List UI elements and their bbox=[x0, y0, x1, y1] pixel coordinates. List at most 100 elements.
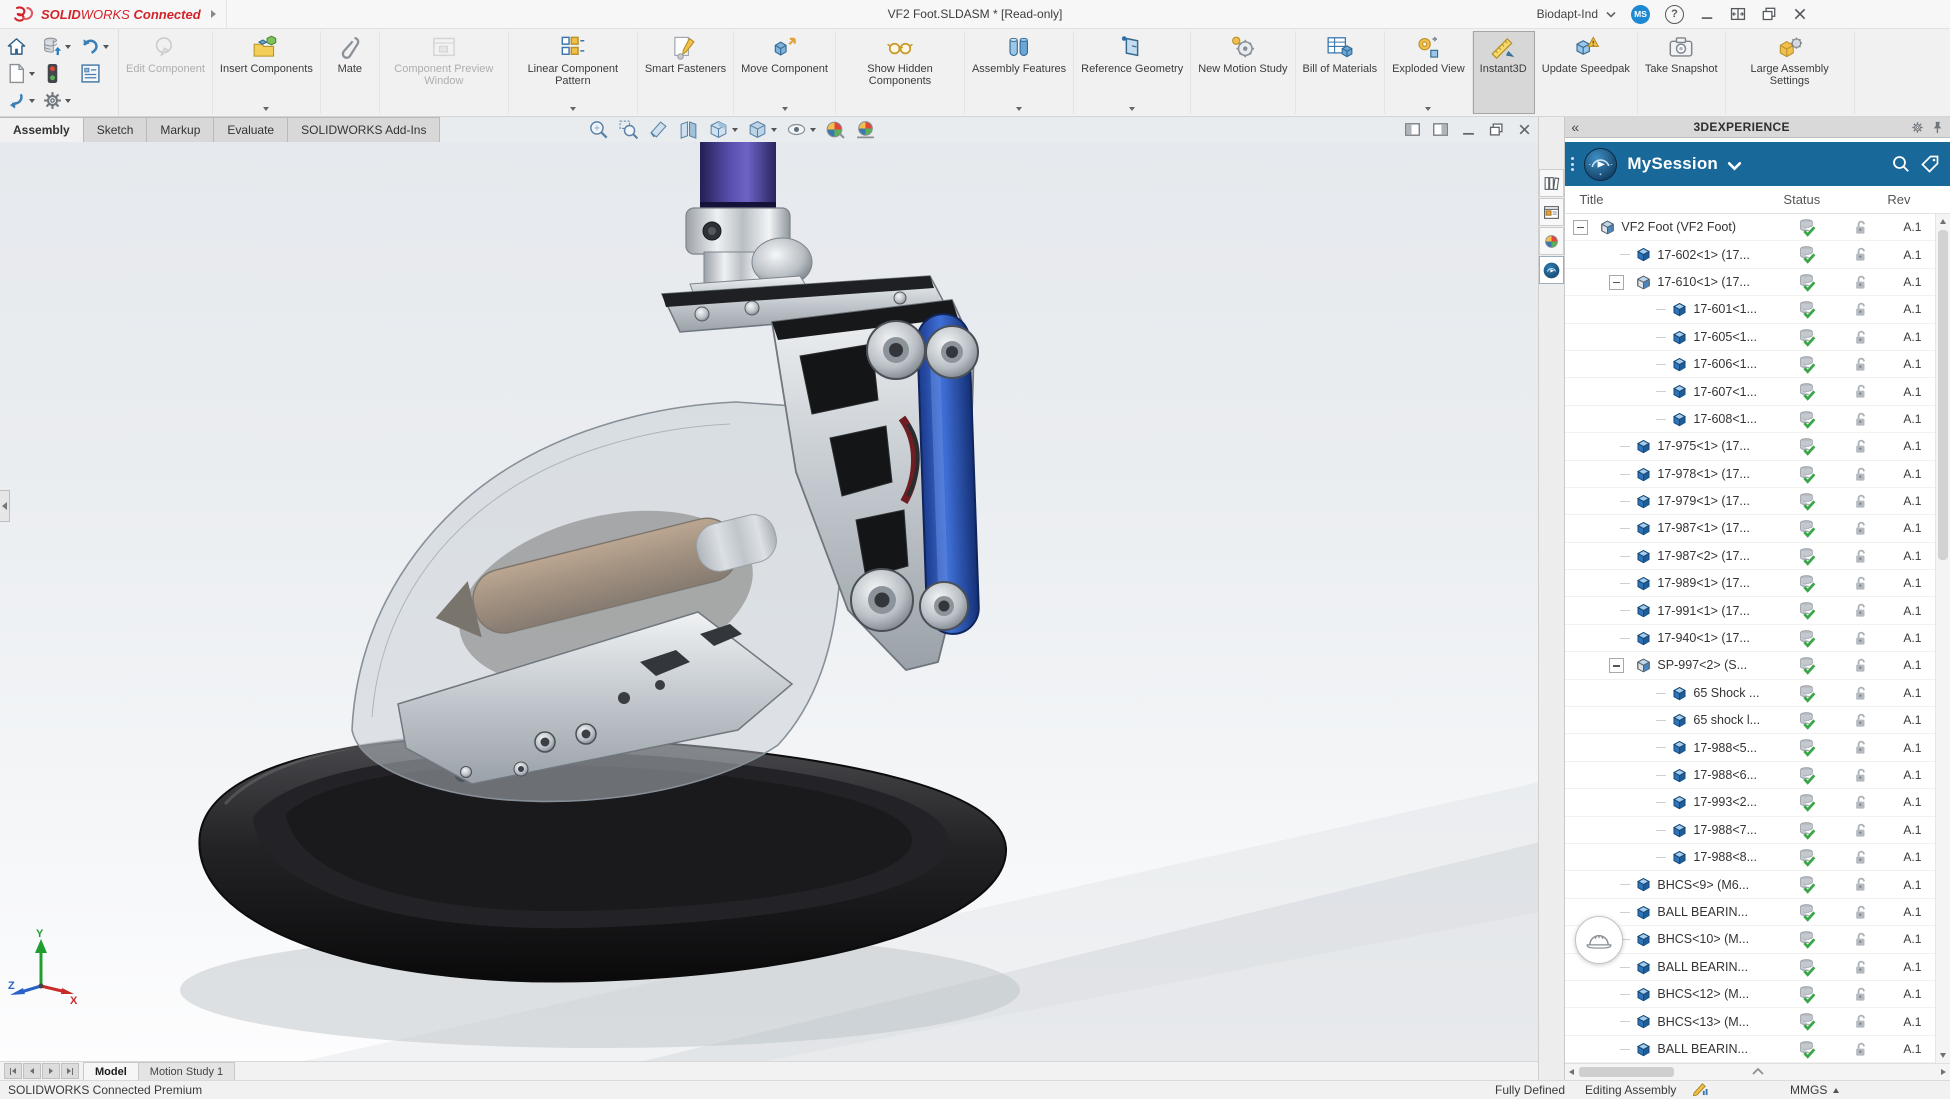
window-close-button[interactable] bbox=[1792, 7, 1808, 21]
tree-row-17-975-1-17[interactable]: 17-975<1> (17... A.1 bbox=[1565, 433, 1950, 461]
settings-button[interactable] bbox=[42, 90, 80, 111]
unlock-icon[interactable] bbox=[1854, 329, 1868, 346]
tree-vertical-scrollbar[interactable] bbox=[1935, 214, 1950, 1063]
task-pane-custom-properties-button[interactable] bbox=[1539, 198, 1565, 226]
undo-button[interactable] bbox=[80, 36, 110, 57]
unlock-icon[interactable] bbox=[1854, 438, 1868, 455]
tree-row-ball-bearin[interactable]: BALL BEARIN... A.1 bbox=[1565, 899, 1950, 927]
edit-appearance-button[interactable] bbox=[825, 119, 846, 140]
tab-sketch[interactable]: Sketch bbox=[82, 117, 148, 142]
dropdown-caret-icon[interactable] bbox=[781, 107, 788, 111]
graphics-viewport[interactable]: Y Z X bbox=[0, 142, 1539, 1061]
lifecycle-status-button[interactable] bbox=[42, 63, 80, 84]
ribbon-mate-button[interactable]: Mate bbox=[321, 31, 380, 114]
unlock-icon[interactable] bbox=[1854, 1041, 1868, 1058]
tag-icon[interactable] bbox=[1920, 154, 1940, 174]
unlock-icon[interactable] bbox=[1854, 794, 1868, 811]
next-tab-button[interactable] bbox=[42, 1063, 60, 1079]
view-orientation-button[interactable] bbox=[708, 119, 738, 140]
document-properties-button[interactable] bbox=[80, 63, 110, 84]
first-tab-button[interactable] bbox=[4, 1063, 22, 1079]
doc-restore-button[interactable] bbox=[1489, 123, 1504, 136]
tree-row-65-shock[interactable]: 65 Shock ... A.1 bbox=[1565, 680, 1950, 708]
panel-grip-handle[interactable] bbox=[1571, 157, 1575, 171]
task-pane-design-library-button[interactable] bbox=[1539, 169, 1565, 197]
apply-scene-button[interactable] bbox=[855, 119, 876, 140]
tree-horizontal-scrollbar[interactable] bbox=[1565, 1063, 1950, 1080]
brand-expand-arrow-icon[interactable] bbox=[210, 10, 216, 18]
tree-expander-collapse[interactable] bbox=[1609, 274, 1625, 290]
dropdown-caret-icon[interactable] bbox=[569, 107, 576, 111]
unlock-icon[interactable] bbox=[1854, 685, 1868, 702]
home-button[interactable] bbox=[6, 36, 42, 57]
tree-row-17-605-1[interactable]: 17-605<1... A.1 bbox=[1565, 324, 1950, 351]
units-caret-icon[interactable] bbox=[1833, 1081, 1839, 1099]
ribbon-show-hidden-components-button[interactable]: Show Hidden Components bbox=[836, 31, 965, 114]
unlock-icon[interactable] bbox=[1854, 986, 1868, 1003]
tree-row-17-978-1-17[interactable]: 17-978<1> (17... A.1 bbox=[1565, 461, 1950, 488]
tree-row-bhcs-12-m[interactable]: BHCS<12> (M... A.1 bbox=[1565, 981, 1950, 1009]
panel-collapse-button[interactable]: « bbox=[1571, 120, 1579, 134]
unlock-icon[interactable] bbox=[1854, 219, 1868, 236]
unlock-icon[interactable] bbox=[1854, 1013, 1868, 1030]
dropdown-caret-icon[interactable] bbox=[263, 107, 270, 111]
dropdown-caret-icon[interactable] bbox=[1016, 107, 1023, 111]
tab-evaluate[interactable]: Evaluate bbox=[213, 117, 289, 142]
ribbon-assembly-features-button[interactable]: Assembly Features bbox=[965, 31, 1075, 114]
unlock-icon[interactable] bbox=[1854, 301, 1868, 318]
feature-tree-flyout-handle[interactable] bbox=[0, 490, 10, 522]
dropdown-caret-icon[interactable] bbox=[29, 98, 35, 103]
tree-row-17-940-1-17[interactable]: 17-940<1> (17... A.1 bbox=[1565, 625, 1950, 653]
tree-row-bhcs-13-m[interactable]: BHCS<13> (M... A.1 bbox=[1565, 1008, 1950, 1036]
section-view-button[interactable] bbox=[648, 119, 669, 140]
ribbon-large-assembly-settings-button[interactable]: Large Assembly Settings bbox=[1726, 31, 1855, 114]
unlock-icon[interactable] bbox=[1854, 548, 1868, 565]
tree-expander-collapse[interactable] bbox=[1609, 658, 1625, 674]
ribbon-new-motion-study-button[interactable]: New Motion Study bbox=[1191, 31, 1296, 114]
zoom-to-fit-button[interactable] bbox=[588, 119, 609, 140]
ribbon-bill-of-materials-button[interactable]: Bill of Materials bbox=[1296, 31, 1386, 114]
zoom-to-area-button[interactable] bbox=[618, 119, 639, 140]
session-name[interactable]: MySession bbox=[1627, 154, 1718, 174]
tree-row-17-602-1-17[interactable]: 17-602<1> (17... A.1 bbox=[1565, 241, 1950, 269]
ribbon-update-speedpak-button[interactable]: Update Speedpak bbox=[1535, 31, 1638, 114]
doc-tile-right-button[interactable] bbox=[1433, 123, 1449, 136]
display-style-button[interactable] bbox=[747, 119, 777, 140]
window-restore-button[interactable] bbox=[1761, 7, 1777, 21]
unlock-icon[interactable] bbox=[1854, 822, 1868, 839]
column-status[interactable]: Status bbox=[1783, 192, 1820, 207]
column-title[interactable]: Title bbox=[1565, 192, 1603, 207]
unlock-icon[interactable] bbox=[1854, 876, 1868, 893]
last-tab-button[interactable] bbox=[61, 1063, 79, 1079]
unlock-icon[interactable] bbox=[1854, 630, 1868, 647]
task-pane-appearances-scenes-button[interactable] bbox=[1539, 227, 1565, 255]
share-button[interactable] bbox=[6, 90, 42, 111]
new-document-button[interactable] bbox=[6, 63, 42, 84]
tree-row-bhcs-9-m6[interactable]: BHCS<9> (M6... A.1 bbox=[1565, 871, 1950, 899]
3dexperience-compass-logo-icon[interactable] bbox=[1583, 147, 1618, 182]
unlock-icon[interactable] bbox=[1854, 411, 1868, 428]
ribbon-insert-components-button[interactable]: Insert Components bbox=[213, 31, 321, 114]
ribbon-exploded-view-button[interactable]: Exploded View bbox=[1385, 31, 1473, 114]
tree-row-17-993-2[interactable]: 17-993<2... A.1 bbox=[1565, 789, 1950, 817]
model-tab-motion-study-1[interactable]: Motion Study 1 bbox=[137, 1062, 236, 1080]
unlock-icon[interactable] bbox=[1854, 466, 1868, 483]
tree-row-17-988-8[interactable]: 17-988<8... A.1 bbox=[1565, 844, 1950, 872]
tree-row-17-991-1-17[interactable]: 17-991<1> (17... A.1 bbox=[1565, 597, 1950, 625]
tree-row-vf2-foot-vf2-foot[interactable]: VF2 Foot (VF2 Foot) A.1 bbox=[1565, 214, 1950, 242]
tree-row-17-979-1-17[interactable]: 17-979<1> (17... A.1 bbox=[1565, 488, 1950, 516]
dropdown-caret-icon[interactable] bbox=[65, 98, 71, 103]
unlock-icon[interactable] bbox=[1854, 849, 1868, 866]
unlock-icon[interactable] bbox=[1854, 904, 1868, 921]
panel-pin-icon[interactable] bbox=[1931, 121, 1944, 134]
tree-row-bhcs-10-m[interactable]: BHCS<10> (M... A.1 bbox=[1565, 926, 1950, 954]
unlock-icon[interactable] bbox=[1854, 246, 1868, 263]
unlock-icon[interactable] bbox=[1854, 712, 1868, 729]
ribbon-linear-component-pattern-button[interactable]: Linear Component Pattern bbox=[509, 31, 638, 114]
user-avatar[interactable]: MS bbox=[1631, 4, 1650, 24]
unlock-icon[interactable] bbox=[1854, 356, 1868, 373]
tree-row-17-988-5[interactable]: 17-988<5... A.1 bbox=[1565, 734, 1950, 762]
tree-row-17-601-1[interactable]: 17-601<1... A.1 bbox=[1565, 296, 1950, 324]
tab-markup[interactable]: Markup bbox=[146, 117, 215, 142]
unlock-icon[interactable] bbox=[1854, 739, 1868, 756]
